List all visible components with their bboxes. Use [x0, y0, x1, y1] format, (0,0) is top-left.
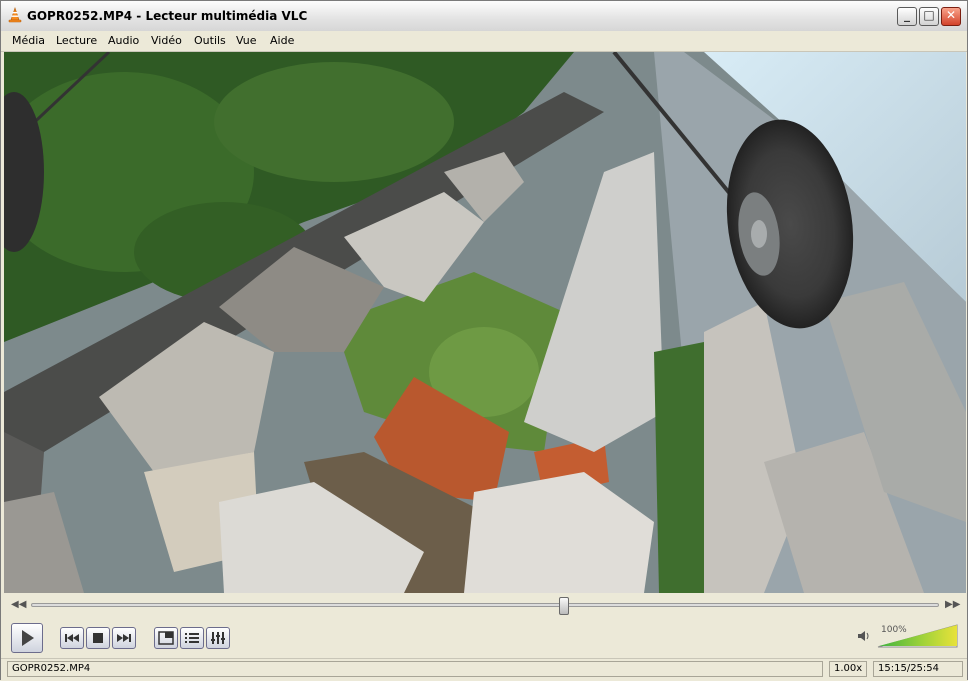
title-bar[interactable]: GOPR0252.MP4 - Lecteur multimédia VLC _ … [1, 1, 967, 32]
volume-level [879, 625, 957, 646]
stop-icon [93, 633, 103, 643]
video-area[interactable] [4, 52, 966, 593]
next-icon [117, 634, 131, 642]
window-title: GOPR0252.MP4 - Lecteur multimédia VLC [27, 9, 308, 23]
playback-time[interactable]: 15:15/25:54 [873, 661, 963, 677]
menu-audio[interactable]: Audio [108, 34, 139, 47]
fullscreen-icon [158, 631, 174, 645]
seek-backward-icon[interactable]: ◀◀ [11, 599, 26, 610]
control-bar: 100% [1, 616, 967, 658]
play-button[interactable] [11, 623, 43, 653]
status-bar: GOPR0252.MP4 1.00x 15:15/25:54 [1, 658, 967, 681]
previous-button[interactable] [60, 627, 84, 649]
menu-lecture[interactable]: Lecture [56, 34, 97, 47]
menu-bar: Média Lecture Audio Vidéo Outils Vue Aid… [1, 31, 967, 52]
maximize-button[interactable]: □ [919, 7, 939, 26]
seek-forward-icon[interactable]: ▶▶ [945, 599, 960, 610]
status-filename: GOPR0252.MP4 [7, 661, 823, 677]
menu-aide[interactable]: Aide [270, 34, 294, 47]
menu-video[interactable]: Vidéo [151, 34, 182, 47]
menu-media[interactable]: Média [12, 34, 45, 47]
playback-speed[interactable]: 1.00x [829, 661, 867, 677]
playlist-icon [185, 633, 199, 643]
seek-handle[interactable] [558, 597, 569, 615]
extended-settings-icon [211, 632, 225, 644]
minimize-button[interactable]: _ [897, 7, 917, 26]
next-button[interactable] [112, 627, 136, 649]
vlc-cone-icon [8, 7, 22, 23]
volume-slider[interactable] [877, 623, 959, 649]
vlc-window: GOPR0252.MP4 - Lecteur multimédia VLC _ … [0, 0, 968, 681]
seek-track[interactable] [31, 603, 939, 607]
speaker-icon[interactable] [856, 628, 872, 644]
previous-icon [65, 634, 79, 642]
menu-vue[interactable]: Vue [236, 34, 257, 47]
menu-outils[interactable]: Outils [194, 34, 226, 47]
close-button[interactable]: ✕ [941, 7, 961, 26]
video-frame [4, 52, 966, 593]
seek-area: ◀◀ ▶▶ [1, 594, 967, 616]
extended-settings-button[interactable] [206, 627, 230, 649]
play-icon [22, 630, 34, 646]
stop-button[interactable] [86, 627, 110, 649]
playlist-button[interactable] [180, 627, 204, 649]
fullscreen-button[interactable] [154, 627, 178, 649]
